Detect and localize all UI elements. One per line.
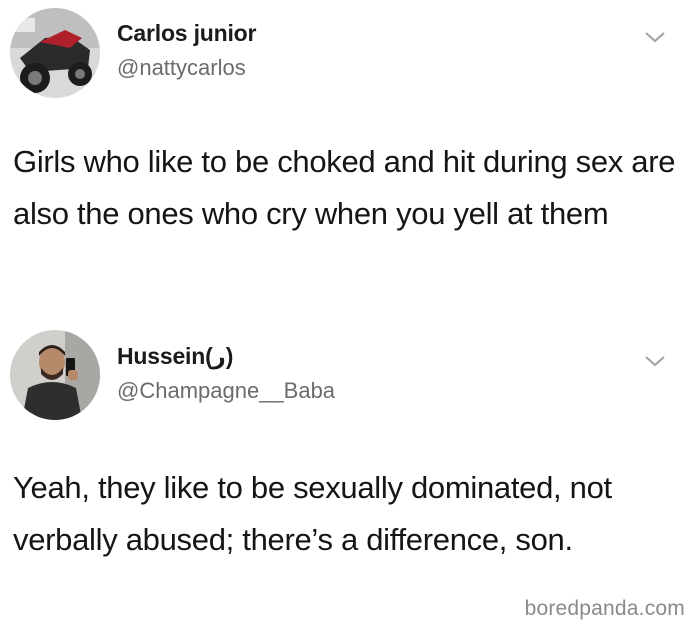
display-name[interactable]: Carlos junior <box>117 20 256 47</box>
watermark: boredpanda.com <box>524 597 685 620</box>
chevron-down-icon[interactable] <box>644 30 666 44</box>
tweet-text: Girls who like to be choked and hit duri… <box>13 144 676 231</box>
user-handle[interactable]: @nattycarlos <box>117 55 246 81</box>
tweet-text: Yeah, they like to be sexually dominated… <box>13 470 612 557</box>
avatar[interactable] <box>10 330 100 420</box>
avatar[interactable] <box>10 8 100 98</box>
display-name[interactable]: Hussein(ر) <box>117 343 233 370</box>
chevron-down-icon[interactable] <box>644 354 666 368</box>
user-handle[interactable]: @Champagne__Baba <box>117 378 335 404</box>
selfie-avatar-image <box>10 330 100 420</box>
motorcycle-avatar-image <box>10 8 100 98</box>
